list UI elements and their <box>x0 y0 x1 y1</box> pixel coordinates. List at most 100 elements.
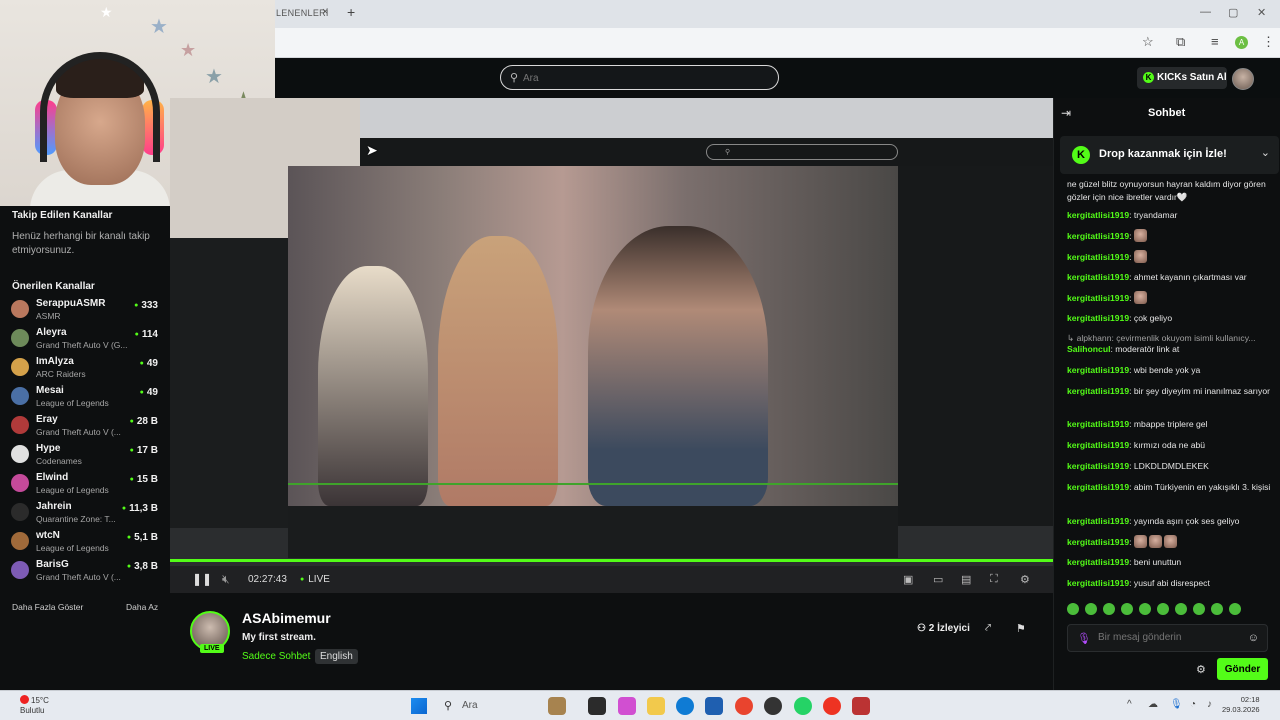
network-icon[interactable]: ☁ <box>1148 699 1158 710</box>
microphone-tray-icon[interactable]: 🎙︎ <box>1170 699 1183 710</box>
pause-icon[interactable]: ❚❚ <box>192 572 212 586</box>
chat-settings-icon[interactable]: ⚙ <box>1196 663 1206 676</box>
close-window-icon[interactable]: ✕ <box>1257 6 1266 19</box>
store-icon[interactable] <box>705 697 723 715</box>
video-person <box>318 266 428 506</box>
chat-username[interactable]: kergitatlisi1919 <box>1067 272 1129 282</box>
video-player[interactable]: ⚲ <box>170 98 1053 593</box>
drop-banner-text: Drop kazanmak için İzle! <box>1099 148 1227 160</box>
tray-expand-icon[interactable]: ^ <box>1127 699 1132 710</box>
close-tab-icon[interactable]: × <box>322 6 328 18</box>
show-less-link[interactable]: Daha Az <box>126 602 158 612</box>
taskbar-search[interactable]: ⚲ Ara <box>440 696 540 716</box>
chat-username[interactable]: kergitatlisi1919 <box>1067 231 1129 241</box>
star-icon[interactable]: ☆ <box>1142 34 1154 50</box>
wifi-icon[interactable]: ◔ <box>1190 699 1196 710</box>
chat-username[interactable]: kergitatlisi1919 <box>1067 313 1129 323</box>
stream-category-link[interactable]: Sadece Sohbet <box>242 651 310 662</box>
playback-progress-bar[interactable] <box>170 559 1053 562</box>
menu-icon[interactable]: ⋮ <box>1262 34 1275 50</box>
emote-icon <box>1133 250 1147 263</box>
settings-icon[interactable]: ⚙ <box>1020 573 1030 586</box>
emoji-icon[interactable]: ☺ <box>1248 632 1259 644</box>
file-explorer-icon[interactable] <box>647 697 665 715</box>
channel-item[interactable]: ImAlyza ARC Raiders 49 <box>0 354 170 382</box>
chat-username[interactable]: kergitatlisi1919 <box>1067 293 1129 303</box>
chat-username[interactable]: kergitatlisi1919 <box>1067 537 1129 547</box>
extensions-icon[interactable]: ⧉ <box>1176 34 1185 50</box>
show-more-link[interactable]: Daha Fazla Göster <box>12 602 83 612</box>
channel-item[interactable]: SerappuASMR ASMR 333 <box>0 296 170 324</box>
chrome-icon[interactable] <box>735 697 753 715</box>
kicks-buy-button[interactable]: K KICKs Satın Al <box>1137 67 1227 89</box>
browser-tab-title[interactable]: LENENLERİ <box>276 8 329 18</box>
pip-icon[interactable]: ▣ <box>903 573 913 586</box>
chat-username[interactable]: kergitatlisi1919 <box>1067 461 1129 471</box>
weather-widget[interactable]: 15°C Bulutlu <box>20 695 49 716</box>
drop-banner[interactable]: K Drop kazanmak için İzle! ⌄ <box>1060 136 1279 174</box>
app-icon[interactable] <box>852 697 870 715</box>
language-tag[interactable]: English <box>315 649 358 664</box>
chevron-down-icon[interactable]: ⌄ <box>1261 146 1270 159</box>
new-tab-button[interactable]: + <box>347 4 355 20</box>
chat-username[interactable]: kergitatlisi1919 <box>1067 365 1129 375</box>
browser-profile-avatar[interactable]: A <box>1235 36 1248 49</box>
channel-item[interactable]: BarisG Grand Theft Auto V (... 3,8 B <box>0 557 170 585</box>
chat-input-box[interactable]: 🎙︎ ☺ <box>1067 624 1268 652</box>
copilot-icon[interactable] <box>618 697 636 715</box>
chat-message: kergitatlisi1919: bir şey diyeyim mi ina… <box>1067 385 1272 398</box>
chat-text: çok geliyo <box>1133 313 1173 323</box>
minimize-icon[interactable]: — <box>1200 6 1211 18</box>
edge-icon[interactable] <box>676 697 694 715</box>
collapse-chat-icon[interactable]: ⇥ <box>1061 106 1071 120</box>
chat-username[interactable]: kergitatlisi1919 <box>1067 516 1129 526</box>
chat-message: kergitatlisi1919: LDKDLDMDLEKEK <box>1067 460 1272 473</box>
fullscreen-icon[interactable]: ⛶ <box>990 573 998 586</box>
chat-input[interactable] <box>1098 632 1238 643</box>
clock[interactable]: 02:18 29.03.2026 <box>1222 695 1260 715</box>
clip-icon[interactable]: ▤ <box>961 573 971 586</box>
chat-header: ⇥ Sohbet <box>1054 98 1280 128</box>
task-view-icon[interactable] <box>588 697 606 715</box>
microphone-icon[interactable]: 🎙︎ <box>1077 632 1091 645</box>
channel-viewers: 11,3 B <box>122 503 158 514</box>
send-button[interactable]: Gönder <box>1217 658 1268 680</box>
channel-item[interactable]: Mesai League of Legends 49 <box>0 383 170 411</box>
chat-username[interactable]: kergitatlisi1919 <box>1067 386 1129 396</box>
volume-icon[interactable]: ♪ <box>1207 699 1212 710</box>
windows-start-icon[interactable] <box>411 698 427 714</box>
chat-username[interactable]: Salihoncul <box>1067 344 1110 354</box>
chat-username[interactable]: kergitatlisi1919 <box>1067 419 1129 429</box>
chat-username[interactable]: kergitatlisi1919 <box>1067 482 1129 492</box>
search-input[interactable] <box>523 70 763 86</box>
maximize-icon[interactable]: ▢ <box>1228 6 1238 19</box>
chat-username[interactable]: kergitatlisi1919 <box>1067 557 1129 567</box>
mute-icon[interactable]: 🔇︎ <box>222 572 230 587</box>
channel-name: ImAlyza <box>36 356 74 367</box>
user-avatar[interactable] <box>1232 68 1254 90</box>
channel-item[interactable]: Hype Codenames 17 B <box>0 441 170 469</box>
widget-icon[interactable] <box>548 697 566 715</box>
whatsapp-icon[interactable] <box>794 697 812 715</box>
channel-item[interactable]: wtcN League of Legends 5,1 B <box>0 528 170 556</box>
channel-item[interactable]: Jahrein Quarantine Zone: T... 11,3 B <box>0 499 170 527</box>
channel-item[interactable]: Elwind League of Legends 15 B <box>0 470 170 498</box>
chat-username[interactable]: kergitatlisi1919 <box>1067 440 1129 450</box>
channel-item[interactable]: Aleyra Grand Theft Auto V (G... 114 <box>0 325 170 353</box>
emote-quickbar[interactable] <box>1067 602 1277 616</box>
obs-icon[interactable] <box>764 697 782 715</box>
chat-username[interactable]: kergitatlisi1919 <box>1067 578 1129 588</box>
more-options-icon[interactable]: ⚑ <box>1016 622 1026 635</box>
chat-username[interactable]: kergitatlisi1919 <box>1067 252 1129 262</box>
channel-item[interactable]: Eray Grand Theft Auto V (... 28 B <box>0 412 170 440</box>
app-icon[interactable] <box>823 697 841 715</box>
channel-avatar <box>11 474 29 492</box>
chat-text: ne güzel blitz oynuyorsun hayran kaldım … <box>1067 179 1266 202</box>
chat-username[interactable]: kergitatlisi1919 <box>1067 210 1129 220</box>
streamer-name[interactable]: ASAbimemur <box>242 610 331 626</box>
emote-icon <box>1139 603 1151 615</box>
theater-mode-icon[interactable]: ▭ <box>933 573 943 586</box>
search-box[interactable]: ⚲ <box>500 65 779 90</box>
share-icon[interactable]: ⤤ <box>985 622 991 635</box>
media-icon[interactable]: ≡ <box>1211 34 1219 49</box>
